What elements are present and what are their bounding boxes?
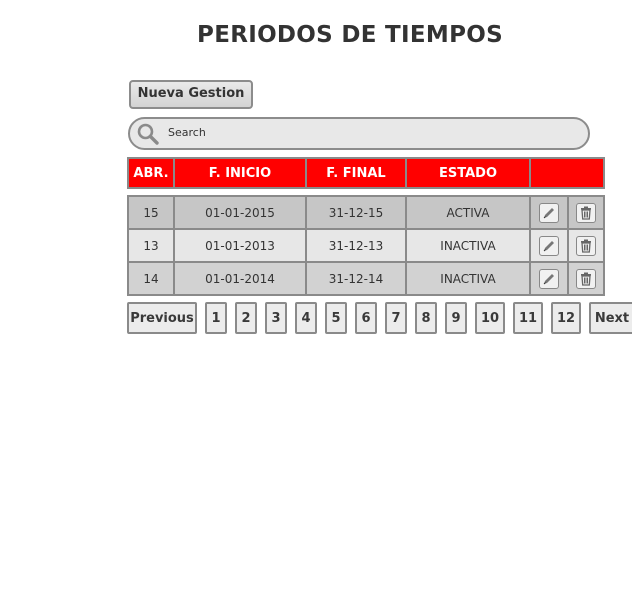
column-header-actions xyxy=(529,157,605,189)
column-header-fecha-inicio: F. INICIO xyxy=(173,157,307,189)
cell-estado: ACTIVA xyxy=(405,195,531,230)
column-header-fecha-final: F. FINAL xyxy=(305,157,407,189)
new-gestion-button[interactable]: Nueva Gestion xyxy=(129,80,253,109)
table-row: 13 01-01-2013 31-12-13 INACTIVA xyxy=(127,228,605,263)
pagination: Previous 1 2 3 4 5 6 7 8 9 10 11 12 Next xyxy=(127,302,632,334)
periods-table: ABR. F. INICIO F. FINAL ESTADO 15 01-01-… xyxy=(127,157,605,296)
page-button-11[interactable]: 11 xyxy=(513,302,543,334)
cell-fecha-final: 31-12-14 xyxy=(305,261,407,296)
edit-icon[interactable] xyxy=(539,202,559,223)
page-button-6[interactable]: 6 xyxy=(355,302,377,334)
page-button-10[interactable]: 10 xyxy=(475,302,505,334)
page-button-1[interactable]: 1 xyxy=(205,302,227,334)
page-button-12[interactable]: 12 xyxy=(551,302,581,334)
column-header-estado: ESTADO xyxy=(405,157,531,189)
cell-estado: INACTIVA xyxy=(405,228,531,263)
cell-abr: 14 xyxy=(127,261,175,296)
delete-cell xyxy=(567,261,605,296)
page-button-7[interactable]: 7 xyxy=(385,302,407,334)
trash-icon[interactable] xyxy=(576,268,596,289)
next-page-button[interactable]: Next xyxy=(589,302,632,334)
search-bar[interactable] xyxy=(128,117,590,150)
table-row: 15 01-01-2015 31-12-15 ACTIVA xyxy=(127,195,605,230)
cell-estado: INACTIVA xyxy=(405,261,531,296)
edit-icon[interactable] xyxy=(539,268,559,289)
cell-fecha-inicio: 01-01-2015 xyxy=(173,195,307,230)
edit-cell xyxy=(529,195,569,230)
cell-abr: 15 xyxy=(127,195,175,230)
cell-fecha-final: 31-12-13 xyxy=(305,228,407,263)
cell-fecha-inicio: 01-01-2013 xyxy=(173,228,307,263)
page-button-8[interactable]: 8 xyxy=(415,302,437,334)
column-header-abr: ABR. xyxy=(127,157,175,189)
edit-icon[interactable] xyxy=(539,235,559,256)
table-header: ABR. F. INICIO F. FINAL ESTADO xyxy=(127,157,605,189)
previous-page-button[interactable]: Previous xyxy=(127,302,197,334)
delete-cell xyxy=(567,228,605,263)
page-title: PERIODOS DE TIEMPOS xyxy=(197,22,503,48)
cell-fecha-final: 31-12-15 xyxy=(305,195,407,230)
page-button-5[interactable]: 5 xyxy=(325,302,347,334)
search-icon xyxy=(136,122,160,146)
delete-cell xyxy=(567,195,605,230)
cell-fecha-inicio: 01-01-2014 xyxy=(173,261,307,296)
cell-abr: 13 xyxy=(127,228,175,263)
trash-icon[interactable] xyxy=(576,202,596,223)
page-button-4[interactable]: 4 xyxy=(295,302,317,334)
page-button-3[interactable]: 3 xyxy=(265,302,287,334)
search-input[interactable] xyxy=(168,125,588,139)
page-button-2[interactable]: 2 xyxy=(235,302,257,334)
page-button-9[interactable]: 9 xyxy=(445,302,467,334)
trash-icon[interactable] xyxy=(576,235,596,256)
table-row: 14 01-01-2014 31-12-14 INACTIVA xyxy=(127,261,605,296)
edit-cell xyxy=(529,228,569,263)
edit-cell xyxy=(529,261,569,296)
